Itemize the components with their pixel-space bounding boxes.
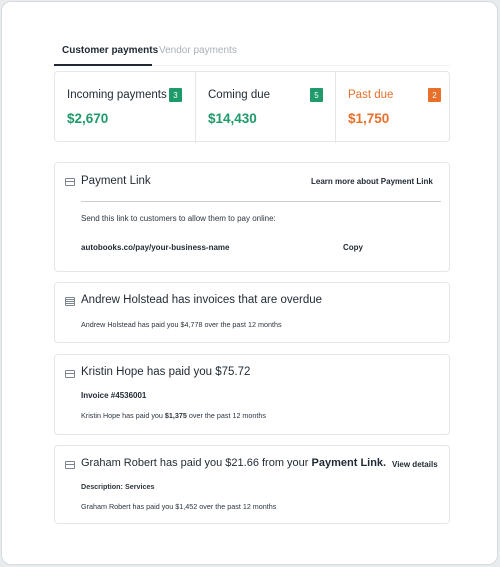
activity-detail-amount: $1,375 <box>164 411 187 420</box>
tab-customer-payments[interactable]: Customer payments <box>62 45 158 56</box>
past-due-label: Past due <box>348 89 394 101</box>
payments-panel: Customer payments Vendor payments Incomi… <box>1 1 498 565</box>
activity-detail: Kristin Hope has paid you $1,375 over th… <box>81 411 266 420</box>
view-details-button[interactable]: View details <box>392 460 438 469</box>
learn-more-link[interactable]: Learn more about Payment Link <box>311 177 433 186</box>
activity-title: Graham Robert has paid you $21.66 from y… <box>81 457 386 469</box>
activity-title-text: Graham Robert has paid you $21.66 from y… <box>81 457 309 469</box>
past-due-count-badge: 2 <box>428 88 441 102</box>
coming-due-label: Coming due <box>208 89 271 101</box>
payment-link-card: Payment Link Learn more about Payment Li… <box>54 162 450 272</box>
activity-title: Kristin Hope has paid you $75.72 <box>81 366 251 378</box>
invoice-number[interactable]: Invoice #4536001 <box>81 391 146 400</box>
payments-tabs: Customer payments Vendor payments <box>54 36 450 66</box>
payment-link-divider <box>81 201 441 202</box>
incoming-payments-count-badge: 3 <box>169 88 182 102</box>
incoming-payments-amount: $2,670 <box>67 111 109 126</box>
activity-title: Andrew Holstead has invoices that are ov… <box>81 294 323 306</box>
copy-link-button[interactable]: Copy <box>343 243 363 252</box>
activity-card-overdue[interactable]: Andrew Holstead has invoices that are ov… <box>54 282 450 343</box>
credit-card-icon <box>65 178 75 186</box>
payment-summary-card: Incoming payments 3 $2,670 Coming due 5 … <box>54 71 450 143</box>
tab-vendor-payments[interactable]: Vendor payments <box>159 45 237 56</box>
description-value: Services <box>124 482 155 491</box>
payment-link-url[interactable]: autobooks.co/pay/your-business-name <box>81 243 229 252</box>
activity-detail: Graham Robert has paid you $1,452 over t… <box>81 502 277 511</box>
description-label: Description: <box>81 482 123 491</box>
incoming-payments-stat[interactable]: Incoming payments 3 $2,670 <box>55 72 195 143</box>
activity-card-payment[interactable]: Kristin Hope has paid you $75.72 Invoice… <box>54 354 450 435</box>
coming-due-count-badge: 5 <box>310 88 323 102</box>
incoming-payments-label: Incoming payments <box>67 89 167 101</box>
past-due-stat[interactable]: Past due 2 $1,750 <box>335 72 450 143</box>
activity-card-payment-link[interactable]: Graham Robert has paid you $21.66 from y… <box>54 445 450 524</box>
credit-card-icon <box>65 370 75 378</box>
activity-detail: Andrew Holstead has paid you $4,778 over… <box>81 320 282 329</box>
payment-link-reference: Payment Link. <box>311 457 387 469</box>
credit-card-icon <box>65 461 75 469</box>
active-tab-indicator <box>54 64 152 66</box>
coming-due-stat[interactable]: Coming due 5 $14,430 <box>195 72 335 143</box>
invoice-list-icon <box>65 297 75 306</box>
past-due-amount: $1,750 <box>348 111 390 126</box>
payment-link-description: Send this link to customers to allow the… <box>81 214 276 223</box>
activity-detail-suffix: over the past 12 months <box>188 411 267 420</box>
coming-due-amount: $14,430 <box>208 111 257 126</box>
activity-detail-prefix: Kristin Hope has paid you <box>81 411 163 420</box>
payment-link-title: Payment Link <box>81 175 151 187</box>
activity-description: Description: Services <box>81 482 155 491</box>
